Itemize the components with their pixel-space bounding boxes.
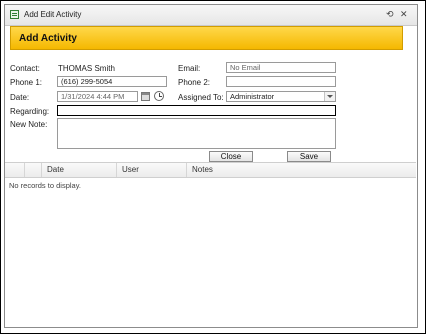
- regarding-label: Regarding:: [10, 107, 50, 116]
- column-header-notes[interactable]: Notes: [186, 163, 416, 177]
- close-button[interactable]: Close: [209, 151, 253, 162]
- clock-icon[interactable]: [154, 91, 164, 101]
- empty-grid-message: No records to display.: [9, 181, 81, 190]
- title-bar: Add Edit Activity ⟲ ✕: [5, 5, 417, 26]
- close-icon[interactable]: ✕: [400, 9, 408, 19]
- assigned-value: Administrator: [230, 92, 275, 101]
- assigned-label: Assigned To:: [178, 93, 224, 102]
- grid-header: Date User Notes: [5, 162, 416, 178]
- phone1-label: Phone 1:: [10, 78, 43, 87]
- refresh-icon[interactable]: ⟲: [386, 9, 394, 19]
- email-label: Email:: [178, 64, 201, 73]
- date-label: Date:: [10, 93, 30, 102]
- contact-value: THOMAS Smith: [58, 64, 115, 73]
- phone2-field[interactable]: [226, 76, 336, 87]
- note-label: New Note:: [10, 120, 48, 129]
- phone1-field[interactable]: (616) 299-5054: [57, 76, 167, 87]
- email-field[interactable]: No Email: [226, 62, 336, 73]
- column-header-user[interactable]: User: [116, 163, 186, 177]
- chevron-down-icon[interactable]: [324, 92, 335, 101]
- header-banner: Add Activity: [10, 26, 403, 50]
- form-icon: [10, 10, 19, 19]
- assigned-select[interactable]: Administrator: [226, 91, 336, 102]
- calendar-icon[interactable]: [141, 92, 150, 101]
- regarding-field[interactable]: [57, 105, 336, 116]
- phone2-label: Phone 2:: [178, 78, 211, 87]
- save-button[interactable]: Save: [287, 151, 331, 162]
- window-title: Add Edit Activity: [24, 10, 82, 19]
- grid-select-column: [24, 163, 41, 177]
- contact-label: Contact:: [10, 64, 40, 73]
- new-note-textarea[interactable]: [57, 118, 336, 149]
- date-field[interactable]: 1/31/2024 4:44 PM: [57, 91, 138, 102]
- grid-expand-column: [5, 163, 24, 177]
- banner-title: Add Activity: [19, 33, 77, 44]
- column-header-date[interactable]: Date: [41, 163, 116, 177]
